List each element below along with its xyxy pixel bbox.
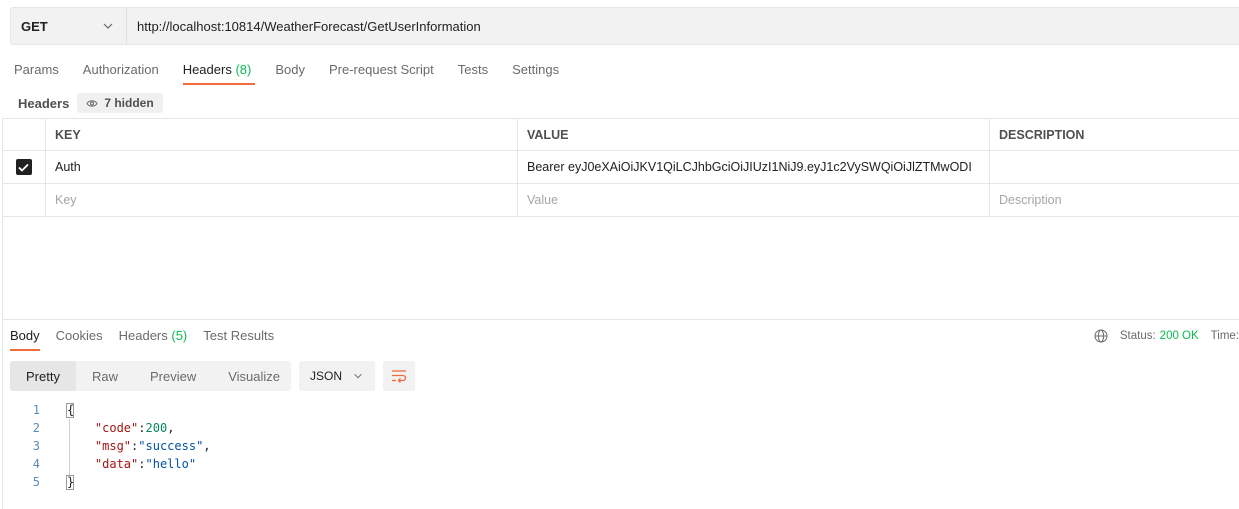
- new-value-input[interactable]: Value: [518, 184, 990, 216]
- tab-headers[interactable]: Headers (8): [182, 62, 255, 86]
- status-code: 200 OK: [1159, 330, 1199, 342]
- line-number: 5: [32, 475, 40, 489]
- header-check-col: [2, 119, 46, 150]
- tab-authorization[interactable]: Authorization: [83, 62, 159, 86]
- line-number: 4: [32, 457, 40, 471]
- new-description-input[interactable]: Description: [990, 184, 1239, 216]
- json-key: "code": [94, 421, 139, 435]
- format-select[interactable]: JSON: [299, 361, 375, 391]
- row-enabled-checkbox[interactable]: [15, 159, 32, 175]
- response-tabs: Body Cookies Headers (5) Test Results: [10, 328, 290, 352]
- checkmark-icon: [18, 163, 29, 172]
- view-visualize[interactable]: Visualize: [212, 361, 296, 391]
- column-header-value: VALUE: [518, 119, 990, 150]
- tab-tests[interactable]: Tests: [458, 62, 488, 86]
- chevron-down-icon: [354, 373, 362, 379]
- close-brace: }: [66, 474, 75, 490]
- response-tab-cookies[interactable]: Cookies: [56, 328, 103, 352]
- code-line: 4 "data": "hello": [0, 455, 211, 473]
- code-line: 1{: [0, 401, 211, 419]
- column-header-key: KEY: [46, 119, 518, 150]
- format-label: JSON: [310, 369, 343, 383]
- headers-table: KEY VALUE DESCRIPTION Auth Bearer eyJ0eX…: [2, 118, 1239, 217]
- json-key: "data": [94, 457, 139, 471]
- code-line: 3 "msg": "success",: [0, 437, 211, 455]
- json-string: "hello": [145, 457, 197, 471]
- new-key-input[interactable]: Key: [46, 184, 518, 216]
- header-key-input[interactable]: Auth: [46, 151, 518, 183]
- header-description-input[interactable]: [990, 151, 1239, 183]
- status-label: Status:: [1119, 330, 1156, 342]
- method-select[interactable]: GET: [11, 8, 127, 44]
- table-header-row: KEY VALUE DESCRIPTION: [2, 118, 1239, 151]
- headers-title-row: Headers 7 hidden: [18, 93, 163, 113]
- chevron-down-icon: [103, 23, 113, 29]
- view-mode-segment: Pretty Raw Preview Visualize: [10, 361, 291, 391]
- line-number: 3: [32, 439, 40, 453]
- request-tabs: Params Authorization Headers (8) Body Pr…: [14, 62, 583, 86]
- json-string: "success": [138, 439, 204, 453]
- wrap-lines-button[interactable]: [383, 361, 415, 391]
- tab-params[interactable]: Params: [14, 62, 59, 86]
- line-number: 1: [32, 403, 40, 417]
- pane-divider[interactable]: [2, 319, 1239, 320]
- code-line: 5}: [0, 473, 211, 491]
- json-key: "msg": [94, 439, 132, 453]
- request-url-bar: GET http://localhost:10814/WeatherForeca…: [10, 7, 1239, 45]
- hidden-headers-toggle[interactable]: 7 hidden: [77, 93, 163, 113]
- wrap-lines-icon: [392, 370, 407, 383]
- line-number: 2: [32, 421, 40, 435]
- tab-pre-request-script[interactable]: Pre-request Script: [329, 62, 434, 86]
- headers-title: Headers: [18, 95, 70, 111]
- headers-count: (8): [235, 62, 252, 77]
- view-preview[interactable]: Preview: [134, 361, 212, 391]
- response-status: Status: 200 OK Time:: [1094, 329, 1239, 343]
- response-tab-test-results[interactable]: Test Results: [203, 328, 274, 352]
- table-row: Auth Bearer eyJ0eXAiOiJKV1QiLCJhbGciOiJI…: [2, 151, 1239, 184]
- time-label: Time:: [1210, 330, 1239, 342]
- open-brace: {: [66, 402, 75, 418]
- response-headers-count: (5): [171, 328, 188, 343]
- tab-body[interactable]: Body: [275, 62, 305, 86]
- row-checkbox-cell: [2, 151, 46, 183]
- response-body-editor[interactable]: 1{ 2 "code": 200, 3 "msg": "success", 4 …: [0, 401, 211, 491]
- globe-icon[interactable]: [1094, 329, 1108, 343]
- url-input[interactable]: http://localhost:10814/WeatherForecast/G…: [127, 19, 481, 34]
- tab-settings[interactable]: Settings: [512, 62, 559, 86]
- response-tab-body[interactable]: Body: [10, 328, 40, 352]
- method-label: GET: [21, 18, 48, 34]
- code-line: 2 "code": 200,: [0, 419, 211, 437]
- eye-icon: [86, 99, 98, 107]
- header-value-input[interactable]: Bearer eyJ0eXAiOiJKV1QiLCJhbGciOiJIUzI1N…: [518, 151, 990, 183]
- new-row-check-cell: [2, 184, 46, 216]
- json-number: 200: [145, 421, 168, 435]
- view-raw[interactable]: Raw: [76, 361, 134, 391]
- hidden-count-label: 7 hidden: [104, 96, 154, 110]
- response-tab-headers[interactable]: Headers (5): [119, 328, 188, 352]
- view-pretty[interactable]: Pretty: [10, 361, 76, 391]
- column-header-description: DESCRIPTION: [999, 127, 1085, 142]
- table-row-new: Key Value Description: [2, 184, 1239, 217]
